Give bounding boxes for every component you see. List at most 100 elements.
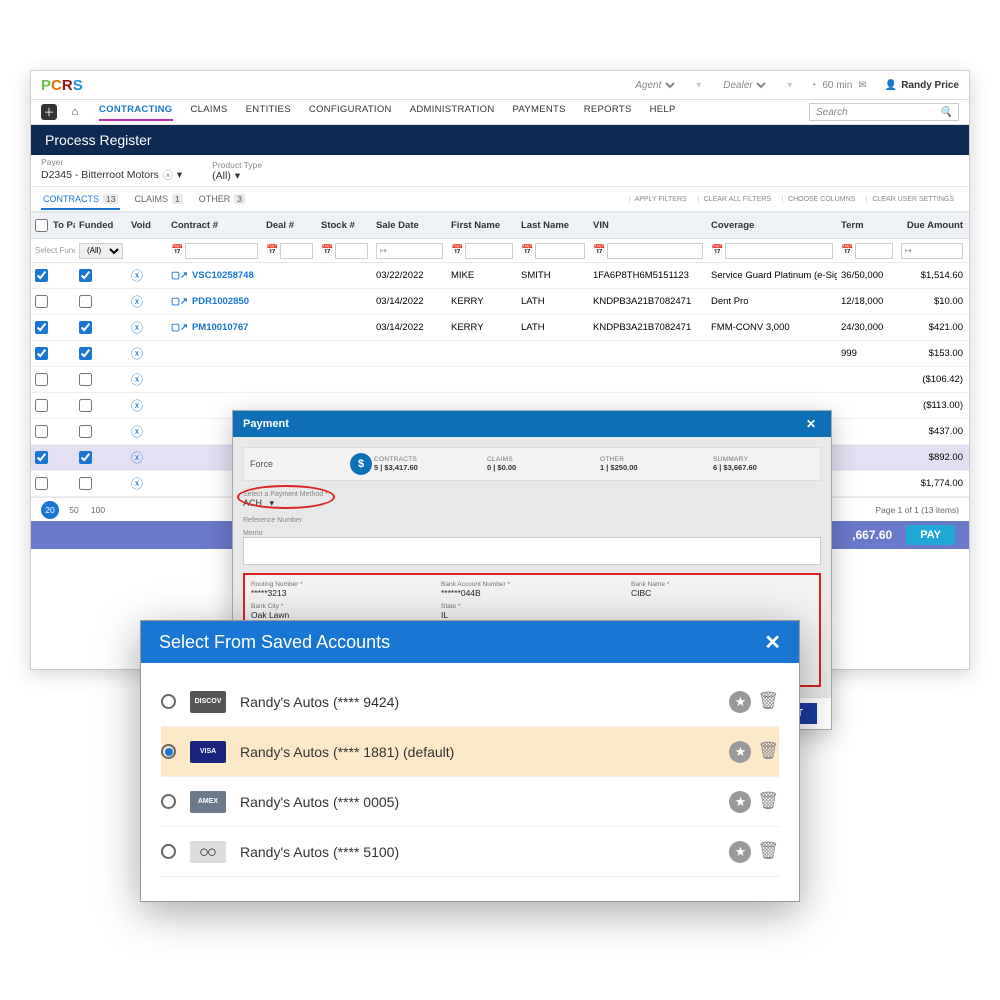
stock-filter[interactable] — [335, 243, 368, 259]
funded-filter[interactable]: (All) — [79, 243, 123, 259]
row-checkbox[interactable] — [35, 477, 48, 490]
favorite-button[interactable]: ★ — [729, 791, 751, 813]
row-checkbox[interactable] — [79, 425, 92, 438]
nav-entities[interactable]: ENTITIES — [246, 104, 291, 121]
favorite-button[interactable]: ★ — [729, 691, 751, 713]
row-checkbox[interactable] — [35, 347, 48, 360]
row-checkbox[interactable] — [79, 269, 92, 282]
payment-method-select[interactable]: Select a Payment Method * ACH ▾ — [243, 487, 821, 511]
add-button[interactable]: ＋ — [41, 104, 57, 120]
pagesize-50[interactable]: 50 — [65, 501, 83, 519]
row-checkbox[interactable] — [35, 451, 48, 464]
row-checkbox[interactable] — [79, 451, 92, 464]
search-input[interactable]: Search 🔍 — [809, 103, 959, 121]
saved-account-row[interactable]: AMEX Randy's Autos (**** 0005) ★ 🗑 — [161, 777, 779, 827]
row-checkbox[interactable] — [79, 295, 92, 308]
clear-settings-button[interactable]: CLEAR USER SETTINGS — [866, 196, 959, 203]
row-checkbox[interactable] — [35, 399, 48, 412]
favorite-button[interactable]: ★ — [729, 841, 751, 863]
contract-link[interactable]: PM10010767 — [192, 322, 249, 333]
contract-link[interactable]: VSC10258748 — [192, 270, 254, 281]
pagesize-20[interactable]: 20 — [41, 501, 59, 519]
row-checkbox[interactable] — [35, 269, 48, 282]
delete-button[interactable]: 🗑 — [757, 741, 779, 763]
nav-reports[interactable]: REPORTS — [584, 104, 632, 121]
clear-filters-button[interactable]: CLEAR ALL FILTERS — [698, 196, 776, 203]
nav-help[interactable]: HELP — [650, 104, 676, 121]
contract-filter[interactable] — [185, 243, 258, 259]
void-icon[interactable]: ⓧ — [131, 319, 143, 336]
nav-configuration[interactable]: CONFIGURATION — [309, 104, 392, 121]
product-type-select[interactable]: (All) ▾ — [212, 170, 262, 182]
nav-claims[interactable]: CLAIMS — [191, 104, 228, 121]
row-checkbox[interactable] — [35, 373, 48, 386]
void-icon[interactable]: ⓧ — [131, 397, 143, 414]
tab-other[interactable]: OTHER3 — [197, 190, 247, 208]
row-checkbox[interactable] — [35, 425, 48, 438]
radio-button[interactable] — [161, 744, 176, 759]
firstname-filter[interactable] — [465, 243, 513, 259]
void-icon[interactable]: ⓧ — [131, 267, 143, 284]
due-filter[interactable] — [901, 243, 963, 259]
open-icon[interactable]: ▢↗ — [171, 322, 188, 333]
void-icon[interactable]: ⓧ — [131, 423, 143, 440]
saved-account-row[interactable]: ◯◯ Randy's Autos (**** 5100) ★ 🗑 — [161, 827, 779, 877]
void-icon[interactable]: ⓧ — [131, 371, 143, 388]
reference-number-field[interactable]: Reference Number — [243, 517, 821, 524]
table-row[interactable]: ⓧ 999 $153.00 — [31, 341, 969, 367]
vin-filter[interactable] — [607, 243, 703, 259]
row-checkbox[interactable] — [35, 295, 48, 308]
mail-icon[interactable]: ✉ — [858, 80, 866, 91]
tab-contracts[interactable]: CONTRACTS13 — [41, 190, 120, 210]
coverage-filter[interactable] — [725, 243, 833, 259]
tab-claims[interactable]: CLAIMS1 — [132, 190, 184, 208]
radio-button[interactable] — [161, 844, 176, 859]
apply-filters-button[interactable]: APPLY FILTERS — [629, 196, 692, 203]
select-all-checkbox[interactable] — [35, 219, 48, 232]
memo-field[interactable]: Memo — [243, 530, 821, 567]
saved-account-row[interactable]: VISA Randy's Autos (**** 1881) (default)… — [161, 727, 779, 777]
agent-select[interactable]: Agent — [631, 79, 678, 92]
saved-account-row[interactable]: DISCOV Randy's Autos (**** 9424) ★ 🗑 — [161, 677, 779, 727]
void-icon[interactable]: ⓧ — [131, 345, 143, 362]
row-checkbox[interactable] — [79, 477, 92, 490]
row-checkbox[interactable] — [79, 347, 92, 360]
row-checkbox[interactable] — [79, 373, 92, 386]
nav-contracting[interactable]: CONTRACTING — [99, 104, 173, 121]
delete-button[interactable]: 🗑 — [757, 841, 779, 863]
contract-link[interactable]: PDR1002850 — [192, 296, 249, 307]
favorite-button[interactable]: ★ — [729, 741, 751, 763]
close-icon[interactable]: ✕ — [764, 630, 781, 655]
table-row[interactable]: ⓧ ($106.42) — [31, 367, 969, 393]
lastname-filter[interactable] — [535, 243, 585, 259]
choose-columns-button[interactable]: CHOOSE COLUMNS — [782, 196, 860, 203]
radio-button[interactable] — [161, 794, 176, 809]
term-filter[interactable] — [855, 243, 893, 259]
user-menu[interactable]: 👤 Randy Price — [885, 80, 959, 91]
row-checkbox[interactable] — [79, 399, 92, 412]
pay-button[interactable]: PAY — [906, 525, 955, 545]
pagesize-100[interactable]: 100 — [89, 501, 107, 519]
table-row[interactable]: ⓧ ▢↗PM10010767 03/14/2022 KERRY LATH KND… — [31, 315, 969, 341]
clear-payer-icon[interactable]: ⓧ — [163, 167, 173, 182]
payer-select[interactable]: D2345 - Bitterroot Motorsⓧ ▾ — [41, 167, 182, 182]
open-icon[interactable]: ▢↗ — [171, 270, 188, 281]
delete-button[interactable]: 🗑 — [757, 691, 779, 713]
table-row[interactable]: ⓧ ▢↗VSC10258748 03/22/2022 MIKE SMITH 1F… — [31, 263, 969, 289]
deal-filter[interactable] — [280, 243, 313, 259]
void-icon[interactable]: ⓧ — [131, 293, 143, 310]
row-checkbox[interactable] — [79, 321, 92, 334]
nav-administration[interactable]: ADMINISTRATION — [410, 104, 495, 121]
radio-button[interactable] — [161, 694, 176, 709]
open-icon[interactable]: ▢↗ — [171, 296, 188, 307]
close-icon[interactable]: ✕ — [801, 414, 821, 434]
nav-payments[interactable]: PAYMENTS — [513, 104, 566, 121]
row-checkbox[interactable] — [35, 321, 48, 334]
void-icon[interactable]: ⓧ — [131, 475, 143, 492]
saledate-filter[interactable] — [376, 243, 443, 259]
void-icon[interactable]: ⓧ — [131, 449, 143, 466]
delete-button[interactable]: 🗑 — [757, 791, 779, 813]
dealer-select[interactable]: Dealer — [719, 79, 769, 92]
home-button[interactable]: ⌂ — [67, 104, 83, 120]
table-row[interactable]: ⓧ ▢↗PDR1002850 03/14/2022 KERRY LATH KND… — [31, 289, 969, 315]
